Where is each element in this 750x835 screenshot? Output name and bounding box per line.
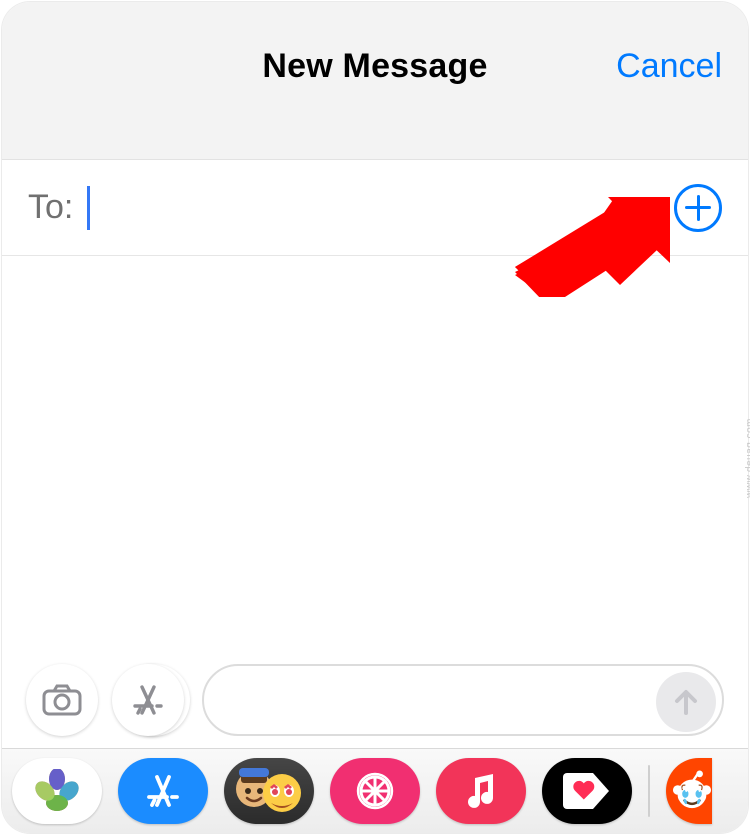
arrow-up-icon <box>672 687 700 717</box>
music-icon <box>463 772 499 810</box>
message-input[interactable] <box>202 664 724 736</box>
cancel-button[interactable]: Cancel <box>616 47 722 86</box>
memoji-icon <box>234 763 304 819</box>
app-strip[interactable] <box>2 748 748 833</box>
app-reddit[interactable] <box>666 758 712 824</box>
send-button[interactable] <box>656 672 716 732</box>
apps-button[interactable] <box>112 664 184 736</box>
app-music[interactable] <box>436 758 526 824</box>
new-message-window: New Message Cancel To: <box>2 2 748 833</box>
add-contact-button[interactable] <box>674 184 722 232</box>
compose-row <box>2 655 748 745</box>
watermark: www.deuaq.com <box>745 418 750 498</box>
app-memoji[interactable] <box>224 758 314 824</box>
strip-divider <box>648 765 650 817</box>
heart-tag-icon <box>563 771 611 811</box>
app-fitness[interactable] <box>542 758 632 824</box>
header-bar: New Message Cancel <box>2 2 748 160</box>
app-photos[interactable] <box>12 758 102 824</box>
camera-button[interactable] <box>26 664 98 736</box>
text-cursor <box>87 186 90 230</box>
appstore-icon <box>129 681 167 719</box>
digitaltouch-icon <box>355 771 395 811</box>
app-digitaltouch[interactable] <box>330 758 420 824</box>
to-field-row[interactable]: To: <box>2 160 748 256</box>
camera-icon <box>42 684 82 716</box>
appstore-app-icon <box>143 771 183 811</box>
apps-button-stack[interactable] <box>112 664 188 736</box>
app-appstore[interactable] <box>118 758 208 824</box>
reddit-icon <box>672 770 712 812</box>
photos-icon <box>35 769 79 813</box>
to-label: To: <box>28 188 73 227</box>
